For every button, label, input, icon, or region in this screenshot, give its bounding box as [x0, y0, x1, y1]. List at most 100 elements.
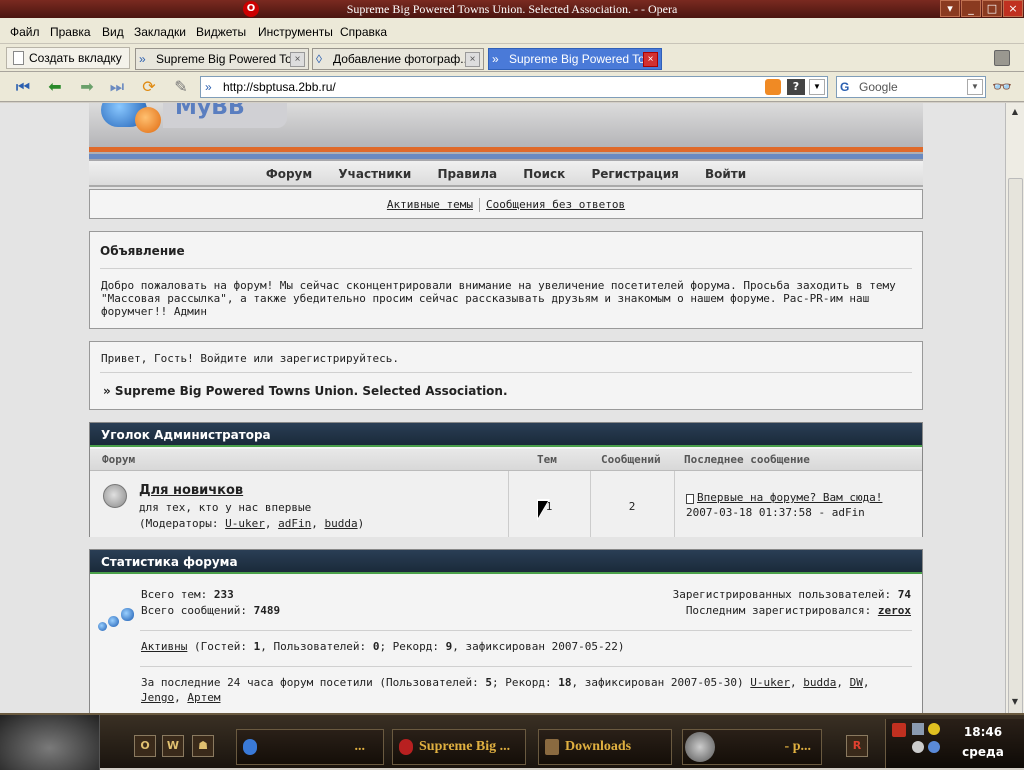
menu-view[interactable]: Вид	[102, 25, 124, 39]
tab-label: Supreme Big Powered To...	[509, 52, 655, 66]
active-link[interactable]: Активны	[141, 640, 187, 653]
moderator-link[interactable]: budda	[324, 517, 357, 530]
taskbar-button[interactable]: Supreme Big ...	[392, 729, 526, 765]
menu-edit[interactable]: Правка	[50, 25, 91, 39]
tab-close-icon[interactable]: ×	[290, 52, 305, 67]
downloads-icon	[545, 739, 559, 755]
menu-tools[interactable]: Инструменты	[258, 25, 333, 39]
board-title: » Supreme Big Powered Towns Union. Selec…	[103, 384, 508, 398]
chevron-down-icon[interactable]: ▼	[809, 79, 825, 95]
menu-window-icon[interactable]: ▾	[940, 0, 960, 17]
scroll-down-icon[interactable]: ▼	[1008, 695, 1022, 709]
help-icon[interactable]: ?	[787, 79, 805, 95]
nav-register[interactable]: Регистрация	[591, 167, 678, 181]
monitor-icon[interactable]	[912, 723, 924, 735]
minimize-icon[interactable]: _	[961, 0, 981, 17]
shield-icon[interactable]	[928, 723, 940, 735]
address-field[interactable]: » http://sbptusa.2bb.ru/ ? ▼	[200, 76, 828, 98]
column-headers: Форум Тем Сообщений Последнее сообщение	[90, 449, 922, 471]
stats-value: 5	[485, 676, 492, 689]
page-viewport: MyBB Форум Участники Правила Поиск Регис…	[0, 103, 1005, 713]
close-icon[interactable]: ×	[1003, 0, 1023, 17]
scroll-up-icon[interactable]: ▲	[1008, 105, 1022, 119]
app-quicklaunch-icon[interactable]: W	[162, 735, 184, 757]
network-icon[interactable]	[928, 741, 940, 753]
taskbar-button[interactable]: - p...	[682, 729, 822, 765]
last-post-link[interactable]: Впервые на форуме? Вам сюда!	[697, 491, 882, 504]
announcement-line: Добро пожаловать на форум! Мы сейчас ско…	[101, 279, 896, 292]
menu-widgets[interactable]: Виджеты	[196, 25, 246, 39]
user-link[interactable]: Jengo	[141, 691, 174, 704]
address-url: http://sbptusa.2bb.ru/	[223, 80, 336, 94]
stats-topics: Всего тем: 233	[141, 588, 234, 601]
clock-day: среда	[962, 745, 1004, 759]
nav-members[interactable]: Участники	[338, 167, 411, 181]
new-tab-label: Создать вкладку	[29, 51, 122, 65]
scrollbar-thumb[interactable]	[1008, 178, 1023, 768]
app-quicklaunch-icon[interactable]: ☗	[192, 735, 214, 757]
taskbar-button[interactable]: Downloads	[538, 729, 672, 765]
steam-icon[interactable]	[912, 741, 924, 753]
announcement-line: "Массовая рассылка", а также убедительно…	[101, 292, 870, 305]
menu-file[interactable]: Файл	[10, 25, 40, 39]
forum-moderators: (Модераторы: U-uker, adFin, budda)	[139, 517, 365, 530]
fast-forward-icon[interactable]: ⏭	[106, 77, 128, 97]
tab-2[interactable]: ◊ Добавление фотограф... ×	[312, 48, 484, 70]
user-link[interactable]: Артем	[187, 691, 220, 704]
user-link[interactable]: budda	[803, 676, 836, 689]
stats-active: Активны (Гостей: 1, Пользователей: 0; Ре…	[141, 640, 624, 653]
glasses-icon[interactable]: 👓	[992, 77, 1012, 96]
maximize-icon[interactable]: □	[982, 0, 1002, 17]
forward-icon[interactable]: ➡	[76, 77, 98, 97]
vertical-scrollbar[interactable]: ▲ ▼	[1005, 103, 1024, 768]
logo-dot-icon	[135, 107, 161, 133]
window-titlebar: O Supreme Big Powered Towns Union. Selec…	[0, 0, 1024, 18]
menu-bookmarks[interactable]: Закладки	[134, 25, 186, 39]
user-link[interactable]: DW	[850, 676, 863, 689]
tab-close-icon[interactable]: ×	[465, 52, 480, 67]
nav-search[interactable]: Поиск	[523, 167, 565, 181]
stats-text: ; Рекорд:	[492, 676, 559, 689]
trash-icon[interactable]	[994, 50, 1010, 66]
forum-name-link[interactable]: Для новичков	[139, 483, 243, 498]
back-icon[interactable]: ⬅	[44, 77, 66, 97]
moderator-link[interactable]: U-uker	[225, 517, 265, 530]
clock-time[interactable]: 18:46	[948, 725, 1018, 739]
chevron-down-icon[interactable]: ▼	[967, 79, 983, 95]
last-registered-link[interactable]: zerox	[878, 604, 911, 617]
search-input[interactable]: G Google ▼	[836, 76, 986, 98]
link-unanswered[interactable]: Сообщения без ответов	[480, 198, 631, 211]
header-stripe	[89, 147, 923, 152]
google-icon: G	[840, 80, 850, 94]
tab-3-active[interactable]: » Supreme Big Powered To... ×	[488, 48, 662, 70]
moderator-link[interactable]: adFin	[278, 517, 311, 530]
nav-rules[interactable]: Правила	[437, 167, 497, 181]
tray-arrow-icon[interactable]	[892, 723, 906, 737]
stats-day: За последние 24 часа форум посетили (Пол…	[141, 676, 870, 704]
stats-topics-label: Всего тем:	[141, 588, 208, 601]
rss-icon[interactable]	[765, 79, 781, 95]
reload-icon[interactable]: ⟳	[138, 77, 160, 97]
taskbar-button[interactable]: ...	[236, 729, 384, 765]
tab-close-icon[interactable]: ×	[643, 52, 658, 67]
new-tab-button[interactable]: Создать вкладку	[6, 47, 130, 69]
forum-nav: Форум Участники Правила Поиск Регистраци…	[89, 161, 923, 187]
nav-login[interactable]: Войти	[705, 167, 746, 181]
last-post-meta: 2007-03-18 01:37:58 - adFin	[686, 506, 865, 519]
stats-users-value: 74	[897, 588, 911, 601]
tab-1[interactable]: » Supreme Big Powered To... ×	[135, 48, 309, 70]
app-quicklaunch-icon[interactable]: R	[846, 735, 868, 757]
nav-forum[interactable]: Форум	[266, 167, 312, 181]
forum-page: MyBB Форум Участники Правила Поиск Регис…	[89, 103, 923, 713]
stats-text: , зафиксирован 2007-05-22)	[452, 640, 625, 653]
system-tray: 18:46 среда	[885, 719, 1024, 768]
user-link[interactable]: U-uker	[750, 676, 790, 689]
forum-status-icon	[103, 484, 127, 508]
mouse-cursor-icon	[538, 501, 548, 518]
menu-help[interactable]: Справка	[340, 25, 387, 39]
opera-quicklaunch-icon[interactable]: O	[134, 735, 156, 757]
edit-icon[interactable]: ✎	[170, 77, 192, 97]
link-active-topics[interactable]: Активные темы	[381, 198, 479, 211]
rewind-icon[interactable]: ⏮	[12, 77, 34, 97]
start-button[interactable]	[0, 715, 100, 770]
